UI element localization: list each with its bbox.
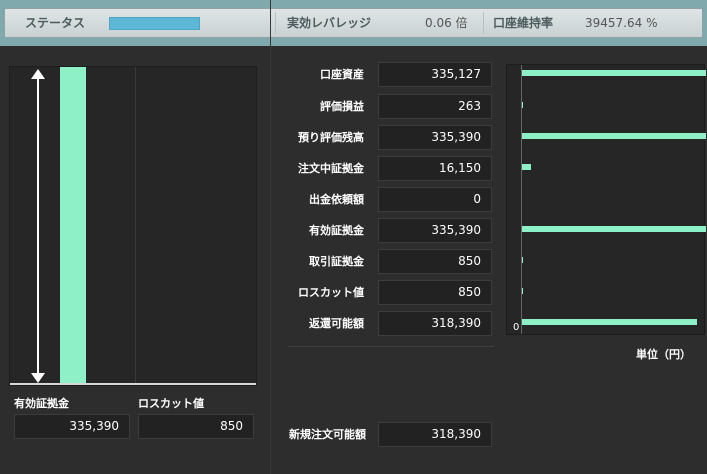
balance-bar [522, 164, 531, 170]
balance-bar [522, 133, 706, 139]
row-value: 335,390 [378, 125, 492, 150]
row-label: 取引証拠金 [309, 255, 364, 268]
row-value: 850 [378, 249, 492, 274]
divider [288, 346, 494, 347]
status-progress-bar [109, 17, 200, 30]
status-label: ステータス [25, 16, 86, 30]
arrow-down-icon [31, 373, 45, 383]
row-value: 263 [378, 94, 492, 119]
chart-zero-label: 0 [513, 322, 520, 333]
row-value: 318,390 [378, 311, 492, 336]
status-header: ステータス 実効レバレッジ 0.06 倍 口座維持率 39457.64 % [0, 0, 707, 46]
losscut-value: 850 [138, 414, 254, 439]
column-divider [270, 0, 271, 474]
leverage-label: 実効レバレッジ [287, 16, 372, 30]
new-order-value: 318,390 [378, 422, 492, 447]
row-value: 850 [378, 280, 492, 305]
effective-margin-value: 335,390 [14, 414, 130, 439]
row-value: 0 [378, 187, 492, 212]
balance-bar [522, 319, 697, 325]
effective-margin-label: 有効証拠金 [14, 397, 69, 410]
row-label: 有効証拠金 [309, 224, 364, 237]
unit-label: 単位（円） [636, 348, 691, 361]
range-arrow-line [37, 73, 39, 381]
new-order-label: 新規注文可能額 [289, 428, 366, 441]
margin-rate-value: 39457.64 % [585, 16, 658, 30]
divider [275, 12, 276, 34]
divider [483, 12, 484, 34]
balance-bar-chart: 0 [506, 64, 706, 335]
margin-chart [9, 66, 257, 386]
row-label: 預り評価残高 [298, 131, 364, 144]
row-label: 出金依頼額 [309, 193, 364, 206]
leverage-value: 0.06 倍 [425, 16, 468, 30]
balance-bar [522, 288, 523, 294]
balance-bar [522, 70, 706, 76]
chart-divider [135, 67, 136, 385]
row-value: 16,150 [378, 156, 492, 181]
balance-bar [522, 226, 706, 232]
balance-bar [522, 257, 523, 263]
chart-baseline [10, 383, 256, 385]
effective-margin-bar [60, 67, 86, 385]
row-label: ロスカット値 [298, 286, 364, 299]
status-strip: ステータス 実効レバレッジ 0.06 倍 口座維持率 39457.64 % [4, 8, 703, 38]
row-value: 335,390 [378, 218, 492, 243]
margin-rate-label: 口座維持率 [493, 16, 554, 30]
row-label: 評価損益 [320, 100, 364, 113]
row-label: 注文中証拠金 [298, 162, 364, 175]
row-label: 口座資産 [320, 68, 364, 81]
row-value: 335,127 [378, 62, 492, 87]
balance-bar [522, 102, 523, 108]
row-label: 返還可能額 [309, 317, 364, 330]
losscut-label: ロスカット値 [138, 397, 204, 410]
